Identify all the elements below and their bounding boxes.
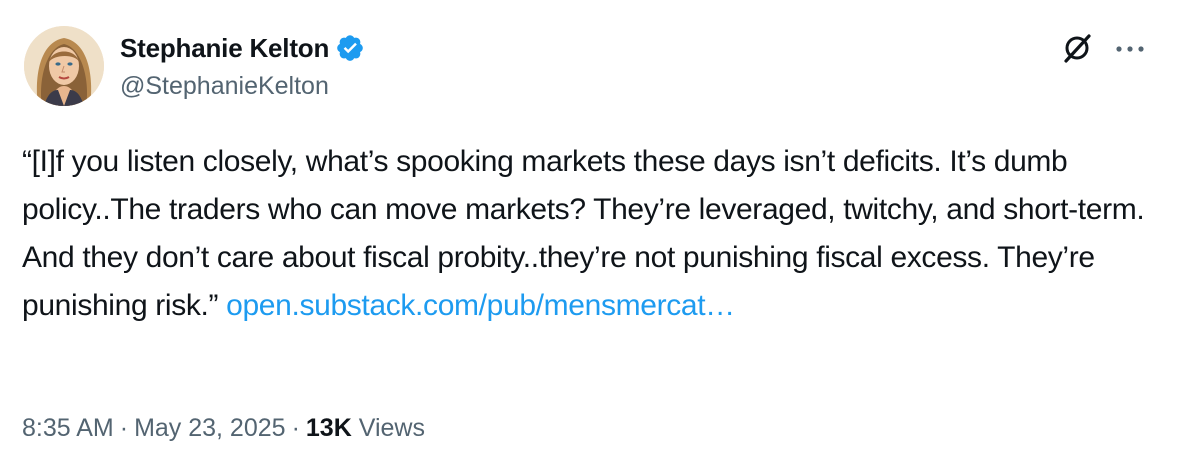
avatar-illustration [24,26,104,106]
tweet-date[interactable]: May 23, 2025 [134,414,286,442]
views-count: 13K [305,414,352,442]
tweet-card: Stephanie Kelton @StephanieKelton “[I]f … [0,0,1182,470]
author-handle[interactable]: @StephanieKelton [120,72,329,101]
tweet-text: “[I]f you listen closely, what’s spookin… [22,138,1157,330]
tweet-meta: 8:35 AM · May 23, 2025 · 13K Views [22,414,425,443]
avatar[interactable] [24,26,104,106]
more-options-icon[interactable] [1110,30,1150,66]
views-label: Views [358,414,425,442]
author-display-name[interactable]: Stephanie Kelton [120,33,329,64]
tweet-time[interactable]: 8:35 AM [22,414,114,442]
meta-separator: · [291,414,300,442]
author-name-row: Stephanie Kelton [120,30,365,66]
tweet-link[interactable]: open.substack.com/pub/mensmercat… [226,289,735,322]
grok-icon[interactable] [1060,30,1096,66]
meta-separator: · [119,414,129,442]
verified-badge-icon [335,33,365,63]
